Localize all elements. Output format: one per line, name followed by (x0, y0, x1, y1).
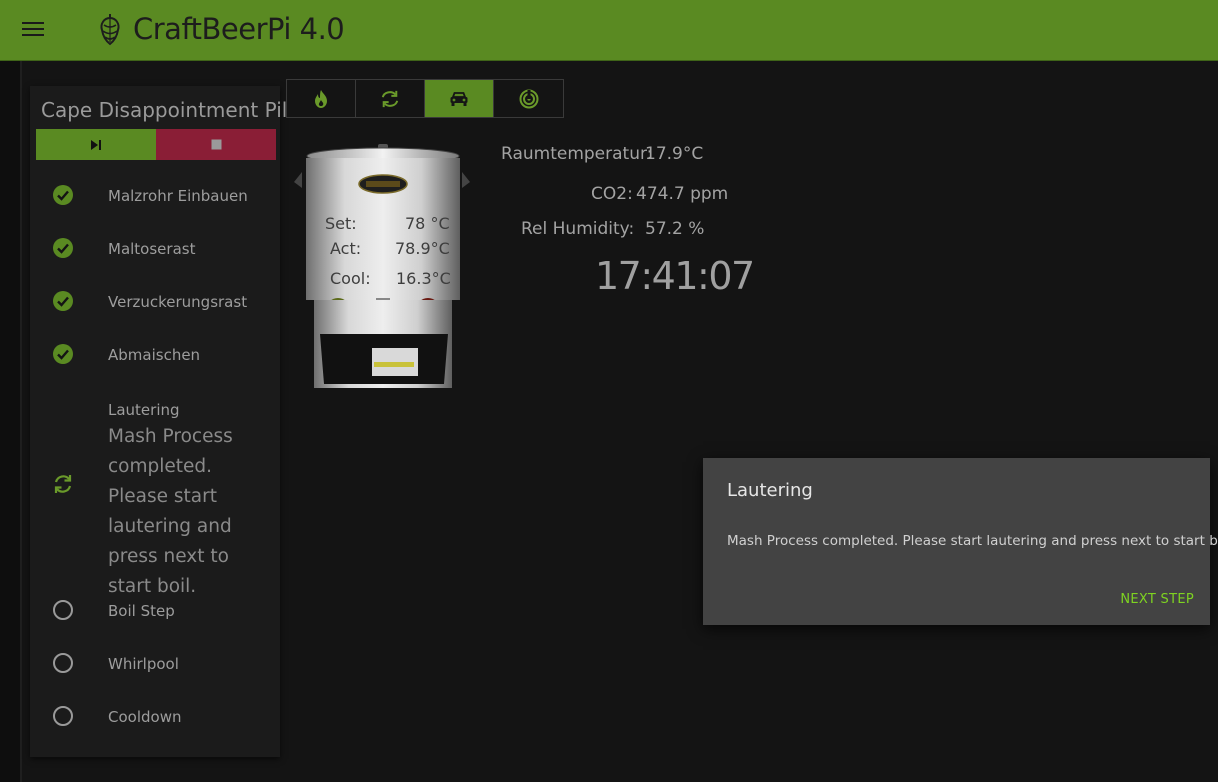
hamburger-menu-icon[interactable] (22, 19, 44, 41)
humidity-value: 57.2 % (645, 219, 705, 239)
step-controls (36, 129, 276, 160)
side-rail-divider (20, 61, 22, 782)
step-label: Malzrohr Einbauen (108, 187, 248, 205)
dashboard-toolbar (286, 79, 564, 118)
app-title: CraftBeerPi 4.0 (133, 12, 345, 46)
step-label: Cooldown (108, 708, 182, 726)
check-circle-icon (53, 291, 73, 311)
kettle-widget[interactable]: Set: 78 °C Act: 78.9°C Cool: 16.3°C (292, 142, 472, 392)
kettle-act-label: Act: (330, 239, 362, 258)
check-circle-icon (53, 344, 73, 364)
radar-icon (519, 89, 538, 108)
car-icon (450, 91, 468, 106)
humidity-label: Rel Humidity: (521, 219, 635, 239)
step-item[interactable]: Verzuckerungsrast (30, 290, 280, 316)
kettle-act-value: 78.9°C (395, 239, 450, 258)
tool-sync-button[interactable] (356, 80, 425, 117)
empty-circle-icon (53, 706, 73, 726)
dialog-message: Mash Process completed. Please start lau… (727, 533, 1218, 549)
recipe-steps-panel: Cape Disappointment Pils Malzrohr Einbau… (30, 86, 298, 757)
co2-value: 474.7 ppm (636, 184, 729, 204)
step-label: Verzuckerungsrast (108, 293, 248, 311)
step-item[interactable]: Maltoserast (30, 237, 280, 263)
step-item[interactable]: Malzrohr Einbauen (30, 184, 280, 210)
stop-button[interactable] (156, 129, 276, 160)
sync-icon (54, 475, 72, 493)
recipe-title: Cape Disappointment Pils (41, 98, 298, 122)
check-circle-icon (53, 238, 73, 258)
brew-kettle-image (294, 144, 470, 388)
clock: 17:41:07 (595, 254, 755, 298)
app-bar: CraftBeerPi 4.0 (0, 0, 1218, 61)
step-dialog: Lautering Mash Process completed. Please… (703, 458, 1218, 625)
tool-car-button[interactable] (425, 80, 494, 117)
step-item[interactable]: Boil Step (30, 599, 280, 625)
sync-icon (381, 90, 399, 107)
step-item[interactable]: Whirlpool (30, 652, 280, 678)
tool-radar-button[interactable] (494, 80, 563, 117)
empty-circle-icon (53, 600, 73, 620)
kettle-set-label: Set: (325, 214, 357, 233)
step-label: Maltoserast (108, 240, 196, 258)
tool-flame-button[interactable] (287, 80, 356, 117)
skip-next-icon (91, 139, 101, 150)
step-message: Mash Process completed. Please start lau… (108, 426, 233, 597)
dialog-title: Lautering (727, 480, 813, 501)
co2-label: CO2: (591, 184, 633, 204)
flame-icon (315, 89, 327, 108)
step-label: Abmaischen (108, 346, 201, 364)
side-rail (0, 61, 22, 782)
kettle-cool-label: Cool: (330, 269, 371, 288)
stop-icon (211, 139, 221, 150)
step-item[interactable]: Cooldown (30, 705, 280, 731)
step-label: Lautering (108, 401, 180, 419)
step-label: Whirlpool (108, 655, 179, 673)
hop-logo-icon (100, 14, 120, 46)
start-next-button[interactable] (36, 129, 156, 160)
kettle-set-value: 78 °C (405, 214, 450, 233)
empty-circle-icon (53, 653, 73, 673)
step-label: Boil Step (108, 602, 175, 620)
step-item[interactable]: Abmaischen (30, 343, 280, 369)
room-temp-label: Raumtemperatur: (501, 144, 653, 164)
kettle-cool-value: 16.3°C (396, 269, 451, 288)
next-step-button[interactable]: NEXT STEP (1120, 592, 1194, 607)
check-circle-icon (53, 185, 73, 205)
room-temp-value: 17.9°C (645, 144, 704, 164)
